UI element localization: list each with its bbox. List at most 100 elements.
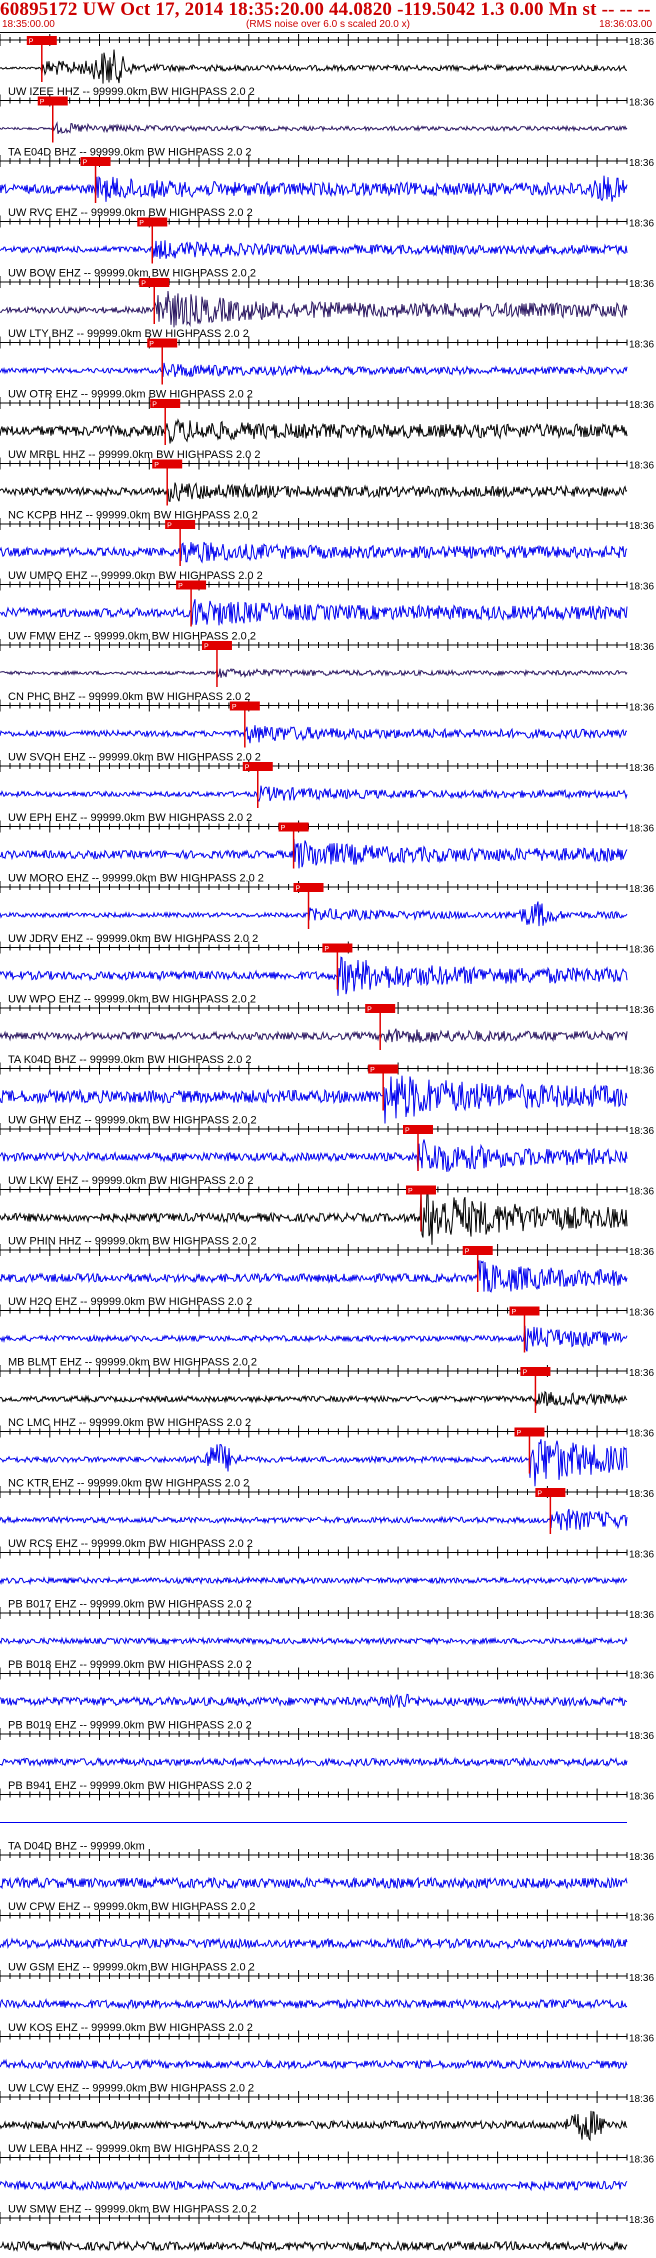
waveform — [0, 49, 627, 84]
waveform — [0, 2058, 628, 2071]
trace-time-label: 18:36 — [629, 37, 654, 48]
station-label: PB B019 EHZ -- 99999.0km BW HIGHPASS 2.0… — [8, 1720, 252, 1732]
seismogram-chart: UW IZEE HHZ -- 99999.0km BW HIGHPASS 2.0… — [0, 34, 654, 2252]
trace-time-label: 18:36 — [629, 1308, 654, 1319]
trace-time-label: 18:36 — [629, 2034, 654, 2045]
trace-time-label: 18:36 — [629, 521, 654, 532]
station-label: UW OTR EHZ -- 99999.0km BW HIGHPASS 2.0 … — [8, 389, 253, 401]
waveform — [0, 2110, 628, 2142]
waveform — [0, 1028, 628, 1043]
pick-label: P — [511, 1309, 516, 1316]
pick-label: P — [232, 704, 237, 711]
trace-time-label: 18:36 — [629, 2155, 654, 2166]
trace-time-label: 18:36 — [629, 1550, 654, 1561]
trace-time-label: 18:36 — [629, 763, 654, 774]
pick-label: P — [465, 1249, 470, 1256]
station-label: NC KTR EHZ -- 99999.0km BW HIGHPASS 2.0 … — [8, 1478, 249, 1490]
pick-label: P — [324, 946, 329, 953]
waveform — [0, 541, 628, 564]
waveform — [0, 1876, 628, 1890]
station-label: UW WPO EHZ -- 99999.0km BW HIGHPASS 2.0 … — [8, 994, 256, 1006]
station-label: UW LTY BHZ -- 99999.0km BW HIGHPASS 2.0 … — [8, 328, 249, 340]
pick-label: P — [139, 220, 144, 227]
trace-time-label: 18:36 — [629, 1973, 654, 1984]
waveform — [0, 482, 628, 502]
station-label: UW RVC EHZ -- 99999.0km BW HIGHPASS 2.0 … — [8, 207, 253, 219]
station-label: UW LCW EHZ -- 99999.0km BW HIGHPASS 2.0 … — [8, 2083, 254, 2095]
station-label: UW MRBL HHZ -- 99999.0km BW HIGHPASS 2.0… — [8, 449, 260, 461]
station-label: TA D04D BHZ -- 99999.0km — [8, 1841, 145, 1853]
station-label: UW GSM EHZ -- 99999.0km BW HIGHPASS 2.0 … — [8, 1962, 255, 1974]
trace-time-label: 18:36 — [629, 824, 654, 835]
station-label: UW CPW EHZ -- 99999.0km BW HIGHPASS 2.0 … — [8, 1901, 255, 1913]
trace-time-label: 18:36 — [629, 1610, 654, 1621]
waveform — [0, 175, 628, 202]
station-label: UW SVOH EHZ -- 99999.0km BW HIGHPASS 2.0… — [8, 752, 261, 764]
station-label: PB B018 EHZ -- 99999.0km BW HIGHPASS 2.0… — [8, 1659, 252, 1671]
pick-label: P — [296, 886, 301, 893]
station-label: NC LMC HHZ -- 99999.0km BW HIGHPASS 2.0 … — [8, 1417, 251, 1429]
trace-time-label: 18:36 — [629, 2094, 654, 2105]
trace-time-label: 18:36 — [629, 1429, 654, 1440]
trace-time-label: 18:36 — [629, 400, 654, 411]
station-label: CN PHC BHZ -- 99999.0km BW HIGHPASS 2.0 … — [8, 691, 250, 703]
pick-label: P — [367, 1007, 372, 1014]
trace-time-label: 18:36 — [629, 1368, 654, 1379]
waveform — [0, 1508, 628, 1531]
station-label: UW JDRV EHZ -- 99999.0km BW HIGHPASS 2.0… — [8, 933, 258, 945]
pick-label: P — [516, 1430, 521, 1437]
trace-time-label: 18:36 — [629, 1913, 654, 1924]
trace-time-label: 18:36 — [629, 1005, 654, 1016]
waveform — [0, 1390, 628, 1407]
trace-time-label: 18:36 — [629, 279, 654, 290]
trace-time-label: 18:36 — [629, 340, 654, 351]
pick-label: P — [408, 1188, 413, 1195]
trace-time-label: 18:36 — [629, 582, 654, 593]
waveform — [0, 362, 628, 378]
trace-time-label: 18:36 — [629, 703, 654, 714]
station-label: UW KOS EHZ -- 99999.0km BW HIGHPASS 2.0 … — [8, 2022, 253, 2034]
station-label: UW LEBA HHZ -- 99999.0km BW HIGHPASS 2.0… — [8, 2143, 258, 2155]
trace-time-label: 18:36 — [629, 1792, 654, 1803]
trace-time-label: 18:36 — [629, 1187, 654, 1198]
waveform — [0, 956, 628, 996]
pick-label: P — [522, 1370, 527, 1377]
trace-time-label: 18:36 — [629, 1731, 654, 1742]
station-label: UW EPH EHZ -- 99999.0km BW HIGHPASS 2.0 … — [8, 812, 252, 824]
pick-label: P — [154, 462, 159, 469]
waveform — [0, 1636, 628, 1646]
waveform — [0, 1997, 628, 2011]
waveform — [0, 1325, 628, 1352]
trace-time-label: 18:36 — [629, 461, 654, 472]
pick-label: P — [152, 402, 157, 409]
end-time: 18:36:03.00 — [599, 19, 652, 30]
pick-label: P — [537, 1491, 542, 1498]
trace-time-label: 18:36 — [629, 1066, 654, 1077]
station-label: UW RCS EHZ -- 99999.0km BW HIGHPASS 2.0 … — [8, 1538, 253, 1550]
waveform — [0, 1756, 628, 1768]
station-label: UW UMPQ EHZ -- 99999.0km BW HIGHPASS 2.0… — [8, 570, 263, 582]
waveform — [0, 785, 628, 803]
waveform — [0, 121, 628, 134]
station-label: PB B017 EHZ -- 99999.0km BW HIGHPASS 2.0… — [8, 1599, 252, 1611]
station-label: UW LKW EHZ -- 99999.0km BW HIGHPASS 2.0 … — [8, 1175, 254, 1187]
waveform — [0, 1693, 628, 1709]
waveform — [0, 290, 628, 328]
pick-label: P — [149, 341, 154, 348]
trace-time-label: 18:36 — [629, 1489, 654, 1500]
trace-time-label: 18:36 — [629, 1247, 654, 1258]
station-label: UW PHIN HHZ -- 99999.0km BW HIGHPASS 2.0… — [8, 1236, 257, 1248]
trace-time-label: 18:36 — [629, 2215, 654, 2226]
station-label: UW FMW EHZ -- 99999.0km BW HIGHPASS 2.0 … — [8, 631, 256, 643]
trace-time-label: 18:36 — [629, 945, 654, 956]
pick-label: P — [40, 99, 45, 106]
waveform — [0, 1139, 628, 1173]
waveform — [0, 1260, 628, 1293]
waveform — [0, 418, 628, 444]
station-label: UW GHW EHZ -- 99999.0km BW HIGHPASS 2.0 … — [8, 1115, 257, 1127]
trace-time-label: 18:36 — [629, 219, 654, 230]
station-label: UW SMW EHZ -- 99999.0km BW HIGHPASS 2.0 … — [8, 2204, 257, 2216]
trace-time-label: 18:36 — [629, 1671, 654, 1682]
station-label: TA E04D BHZ -- 99999.0km BW HIGHPASS 2.0… — [8, 147, 252, 159]
trace-time-label: 18:36 — [629, 158, 654, 169]
